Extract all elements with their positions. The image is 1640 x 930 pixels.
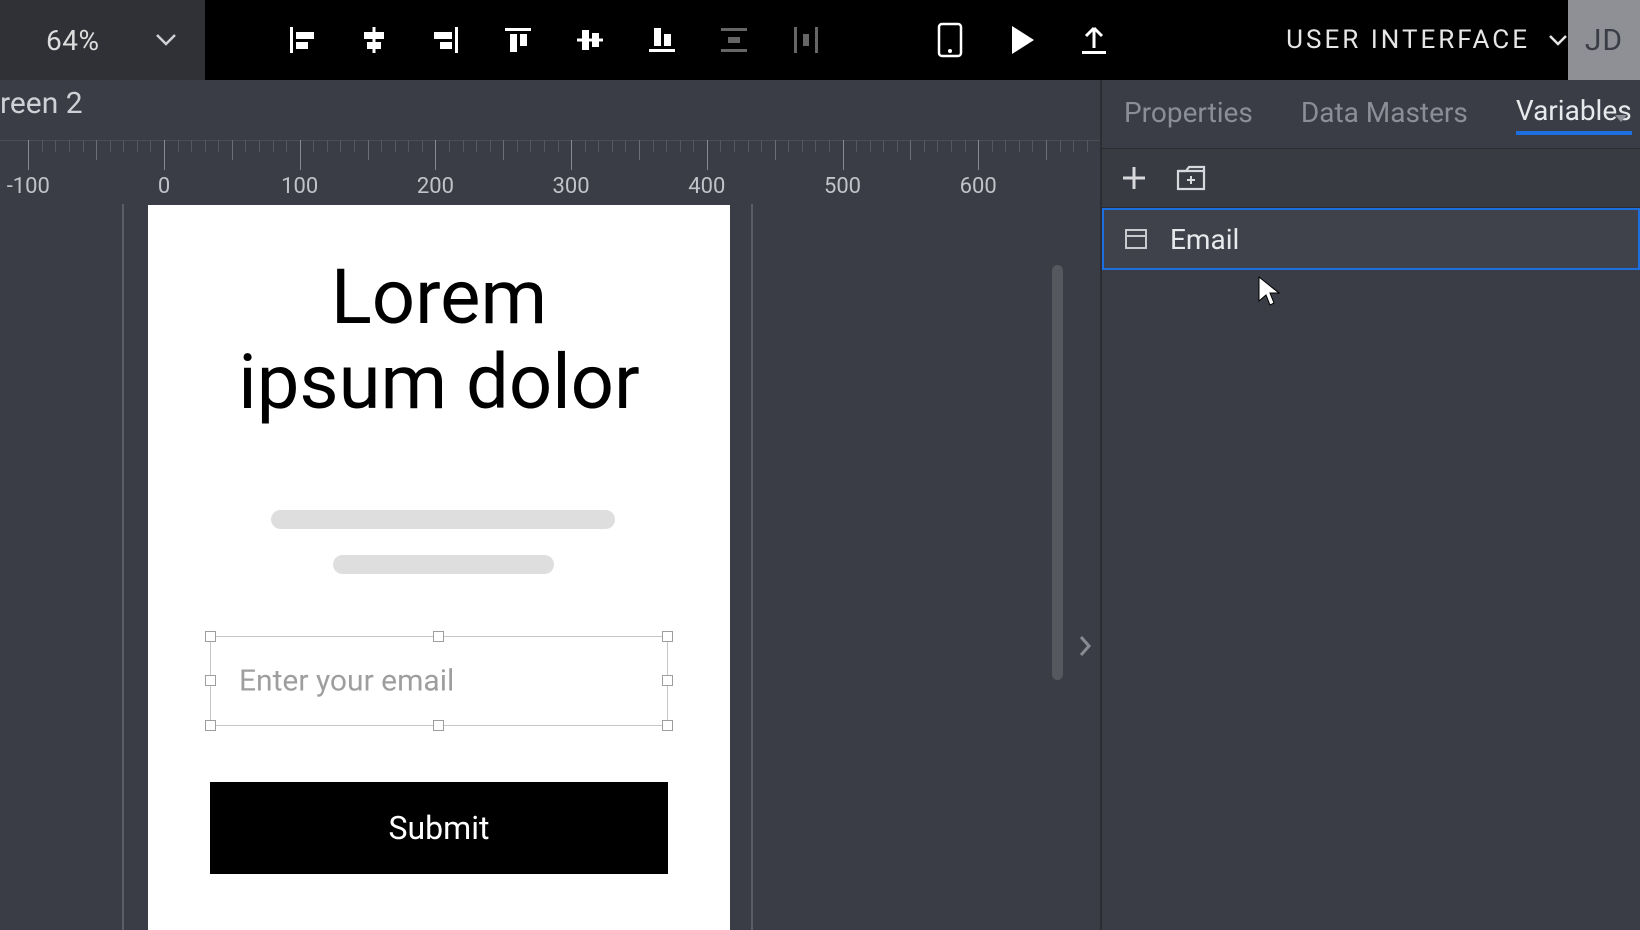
resize-handle-mr[interactable] — [662, 675, 673, 686]
top-toolbar: 64% — [0, 0, 1640, 80]
horizontal-ruler: -100 0 100 200 300 400 500 600 — [0, 140, 1100, 204]
artboard-guide-left — [122, 204, 124, 930]
submit-label: Submit — [389, 809, 490, 847]
align-bottom-button[interactable] — [645, 23, 679, 57]
panel-tabs: Properties Data Masters Variables — [1102, 80, 1640, 148]
align-left-button[interactable] — [285, 23, 319, 57]
side-panel: Properties Data Masters Variables Email — [1100, 80, 1640, 930]
skeleton-line[interactable] — [333, 555, 554, 574]
ruler-tick-label: -100 — [7, 174, 50, 199]
align-tools — [285, 23, 823, 57]
artboard[interactable]: Lorem ipsum dolor Enter your email Submi… — [148, 205, 730, 930]
canvas-scrollbar[interactable] — [1052, 265, 1063, 680]
variable-row-email[interactable]: Email — [1102, 208, 1640, 270]
align-right-button[interactable] — [429, 23, 463, 57]
canvas-submit-button[interactable]: Submit — [210, 782, 668, 874]
distribute-h-button[interactable] — [789, 23, 823, 57]
resize-handle-tl[interactable] — [205, 631, 216, 642]
panel-collapse-toggle[interactable] — [1078, 635, 1092, 657]
mode-selector[interactable]: USER INTERFACE — [1286, 0, 1568, 80]
zoom-selector[interactable]: 64% — [0, 0, 205, 80]
resize-handle-bm[interactable] — [433, 720, 444, 731]
tab-data-masters[interactable]: Data Masters — [1301, 96, 1468, 133]
canvas-input-selected[interactable]: Enter your email — [210, 636, 668, 726]
device-preview-button[interactable] — [933, 23, 967, 57]
ruler-tick-label: 100 — [281, 174, 318, 199]
chevron-down-icon — [1548, 34, 1568, 46]
ruler-tick-label: 600 — [960, 174, 997, 199]
variable-name: Email — [1170, 223, 1239, 256]
align-top-button[interactable] — [501, 23, 535, 57]
mode-label: USER INTERFACE — [1286, 25, 1530, 55]
align-center-h-button[interactable] — [357, 23, 391, 57]
ruler-tick-label: 0 — [158, 174, 170, 199]
align-middle-v-button[interactable] — [573, 23, 607, 57]
screen-name-label: reen 2 — [0, 86, 83, 121]
user-avatar[interactable]: JD — [1568, 0, 1640, 80]
resize-handle-ml[interactable] — [205, 675, 216, 686]
run-tools — [933, 23, 1111, 57]
chevron-down-icon — [155, 33, 177, 47]
add-variable-button[interactable] — [1120, 164, 1148, 192]
upload-button[interactable] — [1077, 23, 1111, 57]
skeleton-line[interactable] — [271, 510, 615, 529]
resize-handle-tm[interactable] — [433, 631, 444, 642]
variable-type-icon — [1124, 227, 1148, 251]
input-placeholder-text: Enter your email — [239, 664, 454, 699]
ruler-tick-label: 500 — [824, 174, 861, 199]
ruler-tick-label: 200 — [417, 174, 454, 199]
tab-overflow-icon[interactable] — [1614, 114, 1628, 124]
distribute-v-button[interactable] — [717, 23, 751, 57]
add-folder-button[interactable] — [1176, 165, 1206, 191]
ruler-tick-label: 400 — [688, 174, 725, 199]
heading-line1: Lorem — [331, 252, 547, 342]
resize-handle-tr[interactable] — [662, 631, 673, 642]
tab-properties[interactable]: Properties — [1124, 96, 1253, 133]
play-button[interactable] — [1005, 23, 1039, 57]
artboard-guide-right — [751, 204, 753, 930]
user-initials: JD — [1585, 23, 1623, 58]
zoom-value: 64% — [46, 24, 99, 57]
variables-toolbar — [1102, 148, 1640, 208]
ruler-tick-label: 300 — [553, 174, 590, 199]
heading-line2: ipsum dolor — [238, 337, 640, 427]
resize-handle-br[interactable] — [662, 720, 673, 731]
resize-handle-bl[interactable] — [205, 720, 216, 731]
canvas-heading[interactable]: Lorem ipsum dolor — [148, 255, 730, 425]
